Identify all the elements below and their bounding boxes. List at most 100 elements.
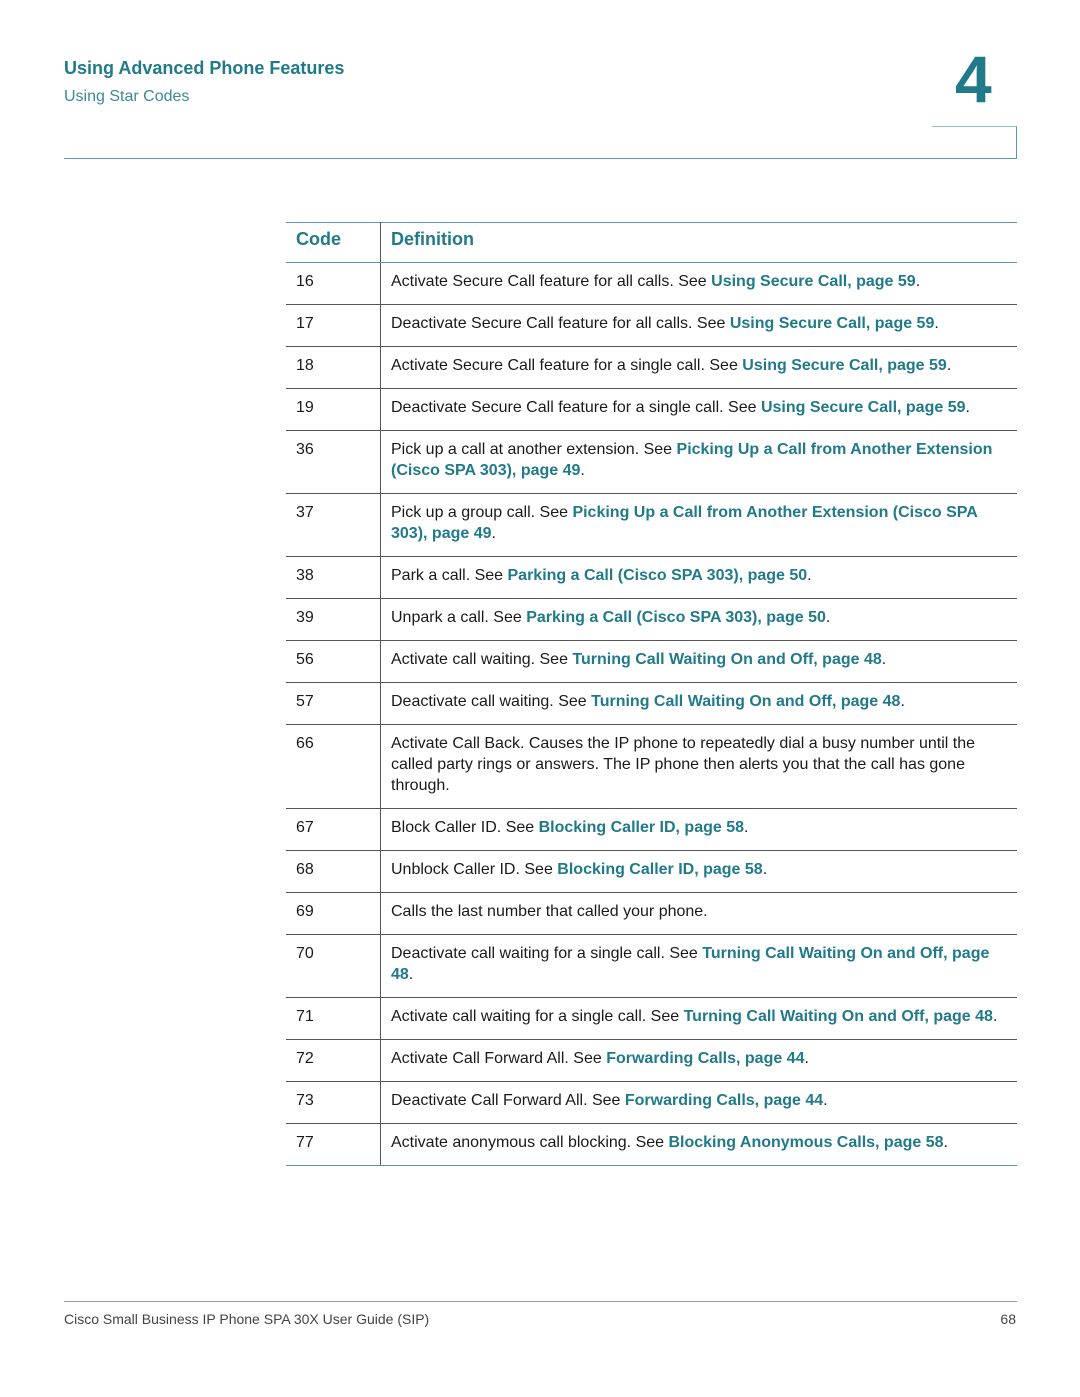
definition-cell: Deactivate Call Forward All. See Forward… [380, 1081, 1017, 1124]
definition-text: Deactivate call waiting. See [391, 693, 592, 710]
definition-punctuation: . [881, 651, 887, 668]
code-cell: 77 [286, 1123, 381, 1166]
definition-text: Deactivate Secure Call feature for all c… [391, 315, 730, 332]
definition-cell: Park a call. See Parking a Call (Cisco S… [380, 556, 1017, 599]
cross-reference-link[interactable]: Turning Call Waiting On and Off, page 48 [684, 1008, 993, 1025]
code-cell: 68 [286, 850, 381, 893]
definition-text: Deactivate call waiting for a single cal… [391, 945, 703, 962]
cross-reference-link[interactable]: Parking a Call (Cisco SPA 303), page 50 [508, 567, 808, 584]
code-cell: 38 [286, 556, 381, 599]
cross-reference-link[interactable]: Blocking Caller ID, page 58 [557, 861, 762, 878]
table-header-row: Code Definition [286, 222, 1017, 263]
code-cell: 73 [286, 1081, 381, 1124]
code-cell: 66 [286, 724, 381, 809]
definition-text: Activate call waiting for a single call.… [391, 1008, 684, 1025]
column-header-code: Code [286, 222, 381, 263]
chapter-number: 4 [955, 42, 992, 116]
definition-punctuation: . [823, 1092, 828, 1109]
cross-reference-link[interactable]: Using Secure Call, page 59 [742, 357, 947, 374]
section-title: Using Star Codes [64, 88, 190, 105]
table-row: 39 Unpark a call. See Parking a Call (Cis… [286, 598, 1017, 641]
table-row: 38 Park a call. See Parking a Call (Cisco… [286, 556, 1017, 599]
definition-cell: Unpark a call. See Parking a Call (Cisco… [380, 598, 1017, 641]
definition-text: Pick up a group call. See [391, 504, 573, 521]
code-cell: 57 [286, 682, 381, 725]
definition-text: Calls the last number that called your p… [391, 903, 708, 920]
definition-cell: Activate Call Back. Causes the IP phone … [380, 724, 1017, 809]
definition-cell: Deactivate Secure Call feature for all c… [380, 304, 1017, 347]
cross-reference-link[interactable]: Blocking Anonymous Calls, page 58 [668, 1134, 943, 1151]
definition-punctuation: . [992, 1008, 998, 1025]
definition-cell: Deactivate call waiting. See Turning Cal… [380, 682, 1017, 725]
definition-text: Unpark a call. See [391, 609, 527, 626]
code-cell: 72 [286, 1039, 381, 1082]
definition-text: Activate Call Forward All. See [391, 1050, 607, 1067]
definition-text: Activate Call Back. Causes the IP phone … [391, 735, 976, 794]
definition-cell: Pick up a call at another extension. See… [380, 430, 1017, 494]
table-row: 18 Activate Secure Call feature for a sin… [286, 346, 1017, 389]
definition-text: Unblock Caller ID. See [391, 861, 558, 878]
definition-punctuation: . [915, 273, 921, 290]
definition-cell: Activate Secure Call feature for all cal… [380, 262, 1017, 305]
table-row: 70 Deactivate call waiting for a single c… [286, 934, 1017, 998]
definition-punctuation: . [934, 315, 939, 332]
footer-guide-title: Cisco Small Business IP Phone SPA 30X Us… [64, 1311, 430, 1327]
footer-page-number: 68 [1000, 1311, 1016, 1327]
definition-cell: Activate call waiting. See Turning Call … [380, 640, 1017, 683]
code-cell: 56 [286, 640, 381, 683]
table-row: 73 Deactivate Call Forward All. See Forwa… [286, 1081, 1017, 1124]
definition-cell: Pick up a group call. See Picking Up a C… [380, 493, 1017, 557]
header-divider [64, 158, 1017, 159]
definition-punctuation: . [807, 567, 812, 584]
cross-reference-link[interactable]: Forwarding Calls, page 44 [625, 1092, 823, 1109]
cross-reference-link[interactable]: Turning Call Waiting On and Off, page 48 [572, 651, 881, 668]
definition-cell: Calls the last number that called your p… [380, 892, 1017, 935]
definition-text: Park a call. See [391, 567, 508, 584]
definition-punctuation: . [900, 693, 905, 710]
code-cell: 19 [286, 388, 381, 431]
cross-reference-link[interactable]: Using Secure Call, page 59 [730, 315, 935, 332]
definition-cell: Unblock Caller ID. See Blocking Caller I… [380, 850, 1017, 893]
definition-cell: Deactivate call waiting for a single cal… [380, 934, 1017, 998]
table-row: 19 Deactivate Secure Call feature for a s… [286, 388, 1017, 431]
cross-reference-link[interactable]: Parking a Call (Cisco SPA 303), page 50 [526, 609, 826, 626]
definition-punctuation: . [491, 525, 496, 542]
definition-cell: Activate call waiting for a single call.… [380, 997, 1017, 1040]
definition-punctuation: . [804, 1050, 809, 1067]
chapter-tab-box [932, 126, 1017, 159]
definition-punctuation: . [825, 609, 831, 626]
table-row: 72 Activate Call Forward All. See Forward… [286, 1039, 1017, 1082]
definition-text: Deactivate Call Forward All. See [391, 1092, 625, 1109]
chapter-title: Using Advanced Phone Features [64, 58, 345, 78]
definition-punctuation: . [744, 819, 749, 836]
definition-cell: Activate Call Forward All. See Forwardin… [380, 1039, 1017, 1082]
column-header-definition: Definition [380, 222, 1017, 263]
definition-punctuation: . [946, 357, 952, 374]
table-row: 36 Pick up a call at another extension. S… [286, 430, 1017, 494]
table-row: 66 Activate Call Back. Causes the IP phon… [286, 724, 1017, 809]
definition-text: Activate Secure Call feature for a singl… [391, 357, 743, 374]
definition-text: Pick up a call at another extension. See [391, 441, 677, 458]
cross-reference-link[interactable]: Turning Call Waiting On and Off, page 48 [591, 693, 900, 710]
definition-cell: Block Caller ID. See Blocking Caller ID,… [380, 808, 1017, 851]
footer-divider [64, 1301, 1017, 1302]
table-row: 17 Deactivate Secure Call feature for all… [286, 304, 1017, 347]
table-row: 16 Activate Secure Call feature for all c… [286, 262, 1017, 305]
definition-punctuation: . [580, 462, 585, 479]
table-row: 71 Activate call waiting for a single cal… [286, 997, 1017, 1040]
code-cell: 18 [286, 346, 381, 389]
code-cell: 71 [286, 997, 381, 1040]
cross-reference-link[interactable]: Forwarding Calls, page 44 [606, 1050, 804, 1067]
table-row: 68 Unblock Caller ID. See Blocking Caller… [286, 850, 1017, 893]
definition-text: Activate Secure Call feature for all cal… [391, 273, 712, 290]
table-row: 37 Pick up a group call. See Picking Up a… [286, 493, 1017, 557]
star-codes-table: Code Definition 16 Activate Secure Call f… [286, 222, 1017, 1166]
table-row: 57 Deactivate call waiting. See Turning C… [286, 682, 1017, 725]
code-cell: 39 [286, 598, 381, 641]
cross-reference-link[interactable]: Using Secure Call, page 59 [711, 273, 916, 290]
cross-reference-link[interactable]: Using Secure Call, page 59 [761, 399, 966, 416]
cross-reference-link[interactable]: Blocking Caller ID, page 58 [539, 819, 744, 836]
definition-punctuation: . [762, 861, 768, 878]
code-cell: 17 [286, 304, 381, 347]
definition-text: Deactivate Secure Call feature for a sin… [391, 399, 761, 416]
